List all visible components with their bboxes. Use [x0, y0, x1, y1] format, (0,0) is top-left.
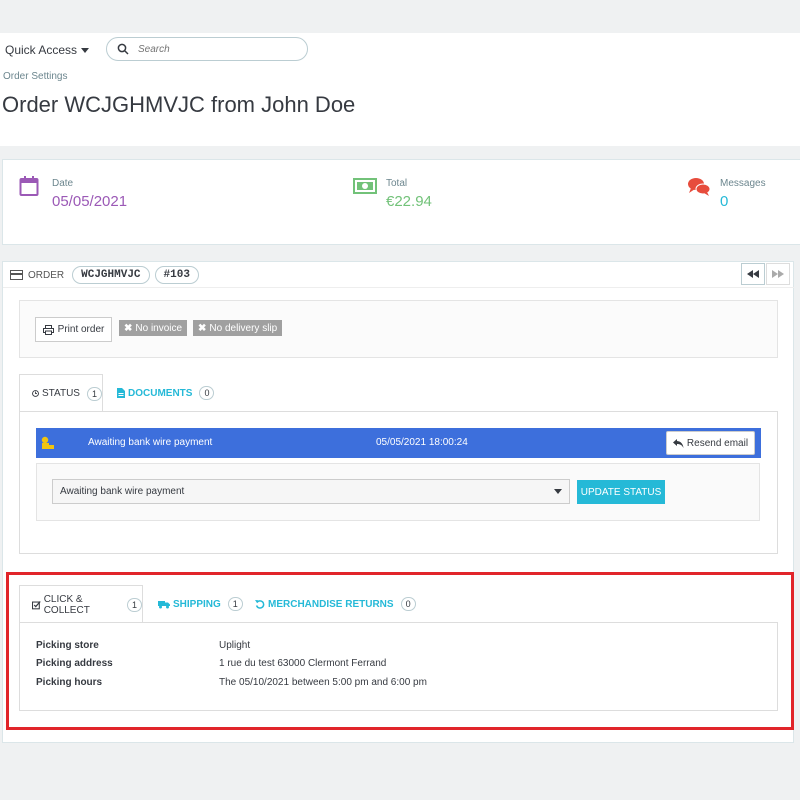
- no-delivery-slip-tag: ✖ No delivery slip: [193, 320, 283, 336]
- caret-down-icon: [554, 489, 562, 494]
- page-title: Order WCJGHMVJC from John Doe: [2, 92, 356, 117]
- document-icon: [117, 388, 125, 398]
- double-chevron-left-icon: [747, 270, 759, 278]
- resend-email-label: Resend email: [686, 437, 749, 449]
- previous-order-button[interactable]: [741, 263, 765, 285]
- chat-bubbles-icon: [688, 178, 711, 196]
- no-delivery-slip-label: No delivery slip: [209, 322, 278, 334]
- breadcrumb[interactable]: Order Settings: [3, 71, 67, 82]
- clock-icon: [32, 390, 39, 397]
- tab-status-label: STATUS: [42, 388, 80, 399]
- highlight-frame: [6, 572, 794, 730]
- order-reference-badge: WCJGHMVJC: [72, 266, 150, 284]
- order-id-badge: #103: [154, 266, 199, 284]
- kpi-total-value: €22.94: [386, 193, 432, 210]
- print-order-label: Print order: [57, 324, 105, 335]
- double-chevron-right-icon: [772, 270, 784, 278]
- kpi-messages-label: Messages: [720, 178, 766, 189]
- status-name: Awaiting bank wire payment: [88, 437, 213, 448]
- kpi-messages-value[interactable]: 0: [720, 193, 728, 210]
- tab-documents-label: DOCUMENTS: [128, 387, 193, 399]
- caret-down-icon: [81, 47, 90, 53]
- tab-status[interactable]: STATUS 1: [19, 374, 103, 412]
- no-invoice-label: No invoice: [135, 322, 183, 334]
- status-select[interactable]: Awaiting bank wire payment: [52, 479, 570, 504]
- reply-icon: [672, 438, 684, 448]
- close-icon: ✖: [198, 322, 207, 334]
- status-date: 05/05/2021 18:00:24: [376, 437, 468, 448]
- resend-email-button[interactable]: Resend email: [666, 431, 755, 455]
- kpi-total-label: Total: [386, 178, 408, 189]
- quick-access-label: Quick Access: [5, 43, 78, 57]
- tab-status-count: 1: [86, 386, 102, 401]
- kpi-date-label: Date: [52, 178, 74, 189]
- next-order-button[interactable]: [766, 263, 790, 285]
- status-history-row: Awaiting bank wire payment 05/05/2021 18…: [36, 428, 761, 458]
- tab-documents[interactable]: DOCUMENTS 0: [117, 385, 215, 401]
- quick-access-menu[interactable]: Quick Access: [5, 43, 90, 57]
- money-icon: [353, 178, 377, 194]
- credit-card-icon: [10, 270, 23, 280]
- no-invoice-tag: ✖ No invoice: [119, 320, 188, 336]
- update-status-button[interactable]: UPDATE STATUS: [577, 480, 665, 504]
- search-input[interactable]: [138, 43, 288, 55]
- search-icon: [117, 43, 129, 55]
- search-box[interactable]: [106, 37, 308, 61]
- close-icon: ✖: [124, 322, 133, 334]
- tab-documents-count: 0: [199, 386, 215, 400]
- calendar-icon: [19, 176, 39, 196]
- order-panel-header: ORDER WCJGHMVJC #103: [10, 266, 199, 284]
- order-label: ORDER: [28, 269, 65, 281]
- print-order-button[interactable]: Print order: [35, 317, 112, 342]
- kpi-date-value: 05/05/2021: [52, 193, 128, 210]
- coins-icon: [41, 436, 54, 449]
- divider: [3, 287, 794, 288]
- status-select-value: Awaiting bank wire payment: [60, 486, 185, 497]
- printer-icon: [42, 324, 54, 335]
